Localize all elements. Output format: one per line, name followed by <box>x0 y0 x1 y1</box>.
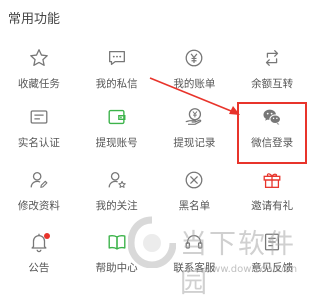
item-my-follows[interactable]: 我的关注 <box>78 162 156 224</box>
item-invite-gift[interactable]: 邀请有礼 <box>233 162 311 224</box>
item-favorite-tasks[interactable]: 收藏任务 <box>0 40 78 99</box>
item-edit-profile[interactable]: 修改资料 <box>0 162 78 224</box>
item-label: 提现账号 <box>95 137 138 149</box>
item-help-center[interactable]: 帮助中心 <box>78 224 156 287</box>
item-label: 余额互转 <box>251 78 294 90</box>
gift-icon <box>261 169 283 191</box>
item-contact-support[interactable]: 联系客服 <box>156 224 234 287</box>
item-announcement[interactable]: 公告 <box>0 224 78 287</box>
headset-icon <box>183 231 205 253</box>
section-title: 常用功能 <box>8 12 61 27</box>
star-icon <box>28 47 50 69</box>
item-label: 公告 <box>28 262 50 274</box>
item-label: 提现记录 <box>173 137 216 149</box>
function-grid: 收藏任务 我的私信 我的账单 余额互转 实名认证 提现账号 提现记录 微信登录 … <box>0 40 311 287</box>
item-label: 联系客服 <box>173 262 216 274</box>
id-card-icon <box>28 106 50 128</box>
item-my-bills[interactable]: 我的账单 <box>156 40 234 99</box>
book-icon <box>106 231 128 253</box>
notification-dot <box>44 233 50 239</box>
wechat-icon <box>261 106 283 128</box>
follow-icon <box>106 169 128 191</box>
item-label: 我的私信 <box>95 78 138 90</box>
item-label: 帮助中心 <box>95 262 138 274</box>
message-icon <box>106 47 128 69</box>
blacklist-icon <box>183 169 205 191</box>
item-label: 微信登录 <box>251 137 294 149</box>
item-label: 修改资料 <box>17 200 60 212</box>
withdraw-record-icon <box>183 106 205 128</box>
item-withdraw-records[interactable]: 提现记录 <box>156 99 234 162</box>
item-label: 邀请有礼 <box>251 200 294 212</box>
item-label: 我的关注 <box>95 200 138 212</box>
item-balance-transfer[interactable]: 余额互转 <box>233 40 311 99</box>
item-withdraw-account[interactable]: 提现账号 <box>78 99 156 162</box>
item-label: 意见反馈 <box>251 262 294 274</box>
item-wechat-login[interactable]: 微信登录 <box>233 99 311 162</box>
yuan-coin-icon <box>183 47 205 69</box>
item-feedback[interactable]: 意见反馈 <box>233 224 311 287</box>
item-label: 我的账单 <box>173 78 216 90</box>
wallet-icon <box>106 106 128 128</box>
item-my-messages[interactable]: 我的私信 <box>78 40 156 99</box>
transfer-icon <box>261 47 283 69</box>
edit-profile-icon <box>28 169 50 191</box>
item-label: 实名认证 <box>17 137 60 149</box>
feedback-icon <box>261 231 283 253</box>
item-real-name-verify[interactable]: 实名认证 <box>0 99 78 162</box>
item-blacklist[interactable]: 黑名单 <box>156 162 234 224</box>
item-label: 收藏任务 <box>17 78 60 90</box>
item-label: 黑名单 <box>178 200 211 212</box>
